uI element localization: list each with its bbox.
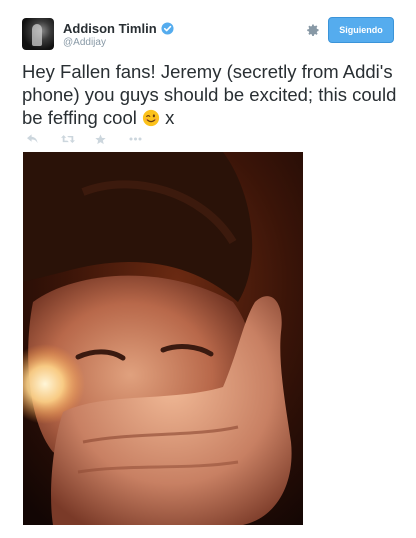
- winking-face-emoji: [142, 109, 160, 127]
- tweet-actions: [27, 133, 163, 145]
- tweet-body: Hey Fallen fans! Jeremy (secretly from A…: [22, 61, 402, 128]
- tweet-card: Addison Timlin @Addijay Siguiendo Hey Fa…: [0, 0, 416, 538]
- tweet-suffix: x: [165, 107, 175, 128]
- more-button[interactable]: [129, 133, 163, 145]
- reply-icon: [27, 134, 38, 144]
- user-name-row: Addison Timlin: [63, 21, 174, 36]
- user-handle[interactable]: @Addijay: [63, 37, 106, 48]
- tweet-text: Hey Fallen fans! Jeremy (secretly from A…: [22, 60, 402, 129]
- retweet-button[interactable]: [61, 133, 95, 145]
- reply-button[interactable]: [27, 133, 61, 145]
- gear-icon[interactable]: [306, 23, 320, 37]
- more-icon: [129, 137, 142, 141]
- retweet-icon: [61, 135, 75, 143]
- star-icon: [95, 133, 106, 144]
- tweet-photo[interactable]: [23, 152, 303, 525]
- favorite-button[interactable]: [95, 133, 129, 145]
- following-button[interactable]: Siguiendo: [328, 17, 394, 43]
- avatar[interactable]: [22, 18, 54, 50]
- display-name[interactable]: Addison Timlin: [63, 21, 157, 36]
- verified-badge-icon: [161, 22, 174, 35]
